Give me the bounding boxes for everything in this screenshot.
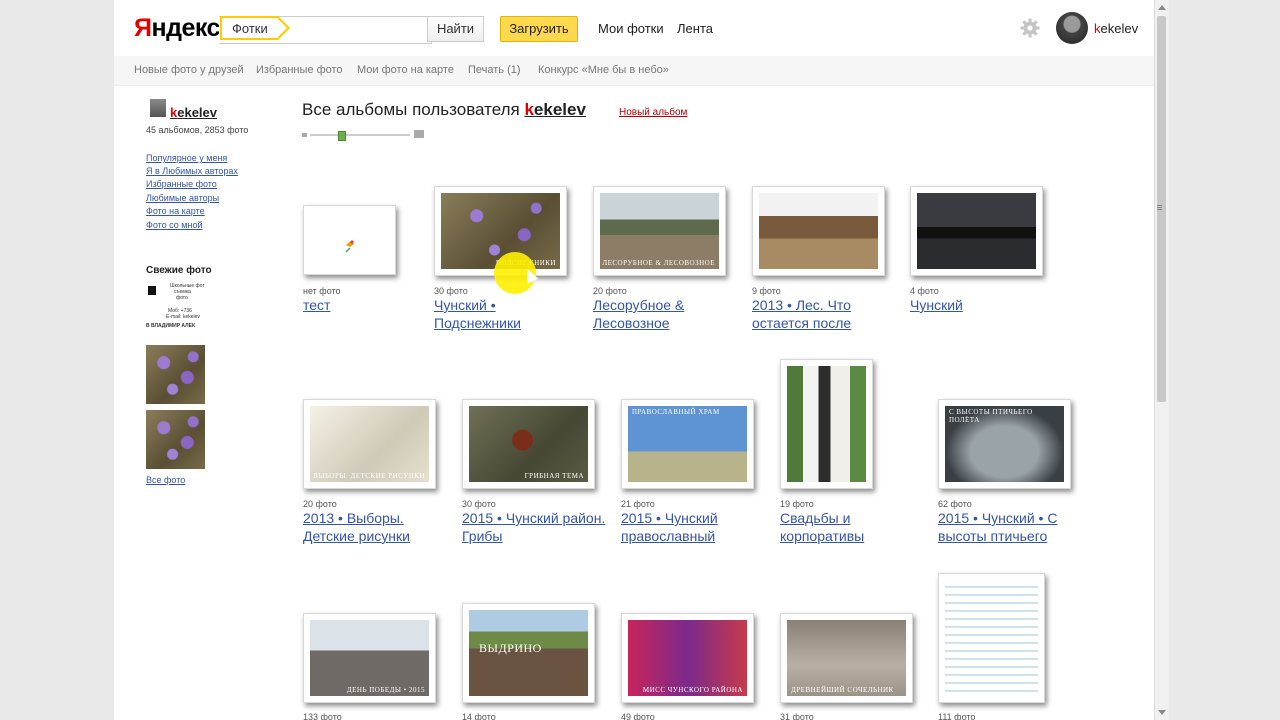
subnav: Новые фото у друзей Избранные фото Мои ф… bbox=[114, 56, 1154, 86]
album-title[interactable]: Чунский bbox=[910, 296, 1060, 314]
album-title[interactable]: Чунский • Подснежники bbox=[434, 296, 584, 332]
sidebar: kekelev 45 альбомов, 2853 фото Популярно… bbox=[114, 85, 274, 720]
user-stats: 45 альбомов, 2853 фото bbox=[146, 125, 249, 135]
album-count: 49 фото bbox=[621, 712, 655, 720]
album-count: 133 фото bbox=[303, 712, 342, 720]
header-username[interactable]: kekelev bbox=[1094, 21, 1138, 36]
subnav-contest[interactable]: Конкурс «Мне бы в небо» bbox=[538, 64, 669, 76]
album-count: 4 фото bbox=[910, 286, 939, 296]
album-title[interactable]: 2015 • Чунский район. Грибы bbox=[462, 509, 612, 545]
page-title: Все альбомы пользователя kekelev bbox=[302, 100, 586, 119]
sidebar-link-in-favorites[interactable]: Я в Любимых авторах bbox=[146, 166, 238, 176]
subnav-print[interactable]: Печать (1) bbox=[468, 64, 521, 76]
fresh-photo-1[interactable]: Школьные фот съемка фото Моб: +736 E-mai… bbox=[146, 282, 205, 341]
album-cover[interactable] bbox=[780, 359, 873, 489]
album-count: нет фото bbox=[303, 286, 341, 296]
album-count: 30 фото bbox=[434, 286, 468, 296]
album-count: 20 фото bbox=[303, 499, 337, 509]
slider-handle[interactable] bbox=[338, 131, 346, 141]
sidebar-link-favorite-authors[interactable]: Любимые авторы bbox=[146, 193, 219, 203]
album-count: 14 фото bbox=[462, 712, 496, 720]
scrollbar-thumb[interactable] bbox=[1157, 16, 1166, 402]
user-avatar-small[interactable] bbox=[150, 99, 166, 117]
large-size-icon bbox=[414, 130, 424, 138]
sidebar-username[interactable]: kekelev bbox=[170, 105, 217, 120]
album-cover[interactable] bbox=[303, 205, 396, 275]
album-cover[interactable]: МИСС ЧУНСКОГО РАЙОНА bbox=[621, 613, 754, 703]
album-cover[interactable] bbox=[910, 186, 1043, 276]
thumb-size-slider[interactable] bbox=[302, 130, 427, 141]
subnav-map[interactable]: Мои фото на карте bbox=[357, 64, 454, 76]
avatar[interactable] bbox=[1056, 12, 1088, 44]
fresh-photo-3[interactable] bbox=[146, 410, 205, 469]
album-title[interactable]: тест bbox=[303, 296, 453, 314]
fresh-photo-2[interactable] bbox=[146, 345, 205, 404]
album-cover[interactable]: ДЕНЬ ПОБЕДЫ • 2015 bbox=[303, 613, 436, 703]
album-count: 20 фото bbox=[593, 286, 627, 296]
nav-my-photos[interactable]: Мои фотки bbox=[598, 21, 664, 36]
gear-icon[interactable] bbox=[1020, 18, 1040, 38]
find-button[interactable]: Найти bbox=[427, 16, 484, 42]
album-cover[interactable] bbox=[938, 573, 1045, 703]
album-count: 30 фото bbox=[462, 499, 496, 509]
album-count: 19 фото bbox=[780, 499, 814, 509]
album-count: 31 фото bbox=[780, 712, 814, 720]
sidebar-link-favorite-photos[interactable]: Избранные фото bbox=[146, 179, 217, 189]
album-cover[interactable]: ПРАВОСЛАВНЫЙ ХРАМ bbox=[621, 399, 754, 489]
nav-feed[interactable]: Лента bbox=[677, 21, 713, 36]
album-cover[interactable]: ВЫБОРЫ. ДЕТСКИЕ РИСУНКИ bbox=[303, 399, 436, 489]
album-cover[interactable] bbox=[752, 186, 885, 276]
album-cover[interactable]: ВЫДРИНО bbox=[462, 603, 595, 703]
album-title[interactable]: Свадьбы и корпоративы bbox=[780, 509, 930, 545]
album-count: 62 фото bbox=[938, 499, 972, 509]
album-cover[interactable]: ЛЕСОРУБНОЕ & ЛЕСОВОЗНОЕ bbox=[593, 186, 726, 276]
album-title[interactable]: 2013 • Выборы. Детские рисунки bbox=[303, 509, 453, 545]
fresh-photos-title: Свежие фото bbox=[146, 265, 212, 276]
album-count: 9 фото bbox=[752, 286, 781, 296]
small-size-icon bbox=[302, 133, 307, 137]
scroll-down-icon[interactable] bbox=[1158, 710, 1166, 715]
upload-button[interactable]: Загрузить bbox=[500, 16, 578, 42]
album-count: 21 фото bbox=[621, 499, 655, 509]
page-scrollbar[interactable] bbox=[1154, 0, 1169, 720]
sidebar-link-popular[interactable]: Популярное у меня bbox=[146, 153, 227, 163]
album-title[interactable]: 2015 • Чунский православный bbox=[621, 509, 771, 545]
album-cover[interactable]: С ВЫСОТЫ ПТИЧЬЕГО ПОЛЁТА bbox=[938, 399, 1071, 489]
sidebar-link-with-me[interactable]: Фото со мной bbox=[146, 220, 202, 230]
subnav-favorites[interactable]: Избранные фото bbox=[256, 64, 343, 76]
owner-link[interactable]: kekelev bbox=[524, 100, 585, 119]
album-title[interactable]: 2013 • Лес. Что остается после bbox=[752, 296, 902, 332]
album-cover[interactable]: ДРЕВНЕЙШИЙ СОЧЕЛЬНИК bbox=[780, 613, 913, 703]
search-scope-tag[interactable]: Фотки bbox=[220, 16, 290, 40]
album-title[interactable]: 2015 • Чунский • С высоты птичьего bbox=[938, 509, 1088, 545]
header: Яндекс Фотки Найти Загрузить Мои фотки Л… bbox=[114, 0, 1154, 56]
flower-icon bbox=[345, 240, 354, 253]
yandex-logo[interactable]: Яндекс bbox=[134, 14, 220, 43]
album-cover[interactable]: ГРИБНАЯ ТЕМА bbox=[462, 399, 595, 489]
new-album-link[interactable]: Новый альбом bbox=[619, 107, 687, 118]
sidebar-link-map[interactable]: Фото на карте bbox=[146, 206, 205, 216]
subnav-friends-new[interactable]: Новые фото у друзей bbox=[134, 64, 244, 76]
album-count: 111 фото bbox=[938, 712, 976, 720]
scroll-up-icon[interactable] bbox=[1158, 5, 1166, 10]
page: Яндекс Фотки Найти Загрузить Мои фотки Л… bbox=[114, 0, 1154, 720]
album-title[interactable]: Лесорубное & Лесовозное bbox=[593, 296, 743, 332]
all-photos-link[interactable]: Все фото bbox=[146, 475, 185, 485]
